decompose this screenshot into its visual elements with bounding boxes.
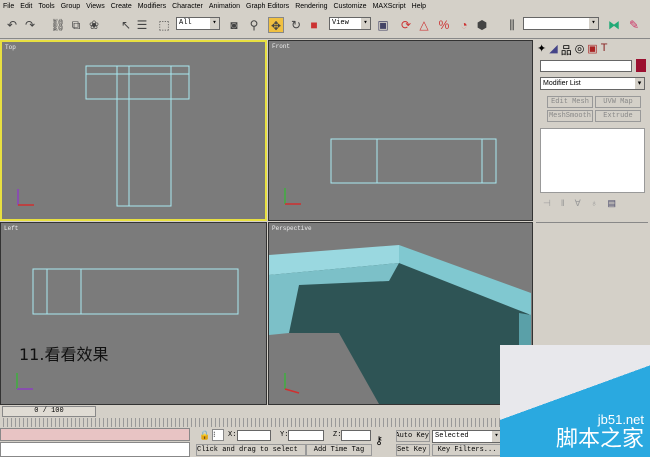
modifier-stack[interactable] <box>540 128 645 193</box>
menu-rendering[interactable]: Rendering <box>295 3 327 10</box>
percent-snap-icon[interactable]: % <box>436 17 452 33</box>
utilities-tab-icon[interactable]: T <box>601 42 608 58</box>
mirror-icon[interactable]: ⧓ <box>606 17 622 33</box>
perspective-view-geometry <box>269 223 532 404</box>
pivot-icon[interactable]: ▣ <box>375 17 391 33</box>
select-by-name-icon[interactable]: ☰ <box>134 17 150 33</box>
motion-tab-icon[interactable]: ◎ <box>575 42 585 58</box>
key-icon[interactable]: ⚷ <box>375 434 383 447</box>
left-view-geometry <box>1 223 266 404</box>
edit-named-selection-icon[interactable]: ⫼ <box>504 17 520 33</box>
menu-animation[interactable]: Animation <box>209 3 240 10</box>
viewport-top[interactable]: Top <box>0 40 267 221</box>
redo-icon[interactable]: ↷ <box>22 17 38 33</box>
selection-filter-dropdown[interactable]: All <box>176 17 220 30</box>
menu-file[interactable]: File <box>3 3 14 10</box>
divider <box>536 222 648 223</box>
main-toolbar: ↶ ↷ ⛓ ⧉ ❀ ↖ ☰ ⬚ All ◙ ⚲ ✥ ↻ ■ View ▣ ⟳ △… <box>0 13 650 39</box>
unlink-icon[interactable]: ⧉ <box>68 17 84 33</box>
extrude-button[interactable]: Extrude <box>595 110 641 122</box>
maxscript-listener-pink[interactable] <box>0 428 190 441</box>
menu-group[interactable]: Group <box>61 3 80 10</box>
reference-coord-dropdown[interactable]: View <box>329 17 371 30</box>
scale-icon[interactable]: ■ <box>306 17 322 33</box>
show-end-result-icon[interactable]: ‖ <box>561 198 565 209</box>
bind-space-warp-icon[interactable]: ❀ <box>86 17 102 33</box>
move-icon[interactable]: ✥ <box>268 17 284 33</box>
front-view-geometry <box>269 41 532 220</box>
hierarchy-tab-icon[interactable]: 品 <box>561 42 572 58</box>
display-tab-icon[interactable]: ▣ <box>587 42 597 58</box>
time-slider-track: 0 / 100 <box>0 405 533 418</box>
menu-customize[interactable]: Customize <box>334 3 367 10</box>
menu-bar: File Edit Tools Group Views Create Modifiers Ch… <box>0 0 650 13</box>
make-unique-icon[interactable]: ∀ <box>575 198 581 209</box>
menu-graph-editors[interactable]: Graph Editors <box>246 3 289 10</box>
prompt-line: Click and drag to select <box>196 444 306 456</box>
maxscript-listener-white[interactable] <box>0 442 190 457</box>
edit-mesh-button[interactable]: Edit Mesh <box>547 96 593 108</box>
angle-snap-icon[interactable]: △ <box>416 17 432 33</box>
window-crossing-icon[interactable]: ◙ <box>226 17 242 33</box>
uvw-map-button[interactable]: UVW Map <box>595 96 641 108</box>
viewport-perspective[interactable]: Perspective <box>268 222 533 405</box>
z-coordinate-field[interactable] <box>341 430 371 441</box>
x-label: X: <box>228 431 236 439</box>
select-icon[interactable]: ↖ <box>118 17 134 33</box>
create-tab-icon[interactable]: ✦ <box>537 42 546 58</box>
undo-icon[interactable]: ↶ <box>4 17 20 33</box>
menu-modifiers[interactable]: Modifiers <box>138 3 166 10</box>
object-color-swatch[interactable] <box>636 59 646 72</box>
top-view-geometry <box>2 42 267 221</box>
modify-tab-icon[interactable]: ◢ <box>549 42 557 58</box>
link-icon[interactable]: ⛓ <box>50 17 66 33</box>
menu-edit[interactable]: Edit <box>20 3 32 10</box>
remove-modifier-icon[interactable]: ♁ <box>591 198 598 209</box>
watermark-name: 脚本之家 <box>556 421 644 453</box>
stack-controls: ⊣ ‖ ∀ ♁ ▤ <box>543 198 616 209</box>
lock-icon[interactable]: 🔒 <box>199 430 210 441</box>
menu-help[interactable]: Help <box>412 3 426 10</box>
key-filters-button[interactable]: Key Filters... <box>432 444 502 456</box>
set-key-button[interactable]: Set Key <box>396 444 430 456</box>
menu-maxscript[interactable]: MAXScript <box>373 3 406 10</box>
menu-character[interactable]: Character <box>172 3 203 10</box>
menu-create[interactable]: Create <box>111 3 132 10</box>
x-coordinate-field[interactable] <box>237 430 271 441</box>
absolute-mode-icon[interactable]: ⁝ <box>212 429 224 441</box>
menu-tools[interactable]: Tools <box>38 3 54 10</box>
named-selection-dropdown[interactable] <box>523 17 599 30</box>
viewport-front[interactable]: Front <box>268 40 533 221</box>
rotate-icon[interactable]: ↻ <box>288 17 304 33</box>
y-coordinate-field[interactable] <box>288 430 324 441</box>
time-slider[interactable]: 0 / 100 <box>2 406 96 417</box>
viewport-left[interactable]: Left 11.看看效果 <box>0 222 267 405</box>
auto-key-button[interactable]: Auto Key <box>396 430 430 442</box>
key-mode-dropdown[interactable]: Selected <box>432 430 502 443</box>
step-caption: 11.看看效果 <box>19 341 108 365</box>
spinner-snap-icon[interactable]: ◔ <box>456 17 472 33</box>
watermark: jb51.net 脚本之家 <box>500 345 650 457</box>
track-bar[interactable] <box>0 418 533 427</box>
align-icon[interactable]: ✎ <box>626 17 642 33</box>
add-time-tag-button[interactable]: Add Time Tag <box>306 444 372 456</box>
select-move-icon[interactable]: ⚲ <box>246 17 262 33</box>
configure-sets-icon[interactable]: ▤ <box>607 198 616 209</box>
modifier-list-dropdown[interactable]: Modifier List <box>540 77 645 90</box>
meshsmooth-button[interactable]: MeshSmooth <box>547 110 593 122</box>
pin-stack-icon[interactable]: ⊣ <box>543 198 551 209</box>
named-selection-icon[interactable]: ⬢ <box>474 17 490 33</box>
menu-views[interactable]: Views <box>86 3 105 10</box>
region-select-icon[interactable]: ⬚ <box>156 17 172 33</box>
snap-icon[interactable]: ⟳ <box>398 17 414 33</box>
command-panel-tabs: ✦◢品◎▣T <box>537 42 607 58</box>
object-name-field[interactable] <box>540 60 632 72</box>
